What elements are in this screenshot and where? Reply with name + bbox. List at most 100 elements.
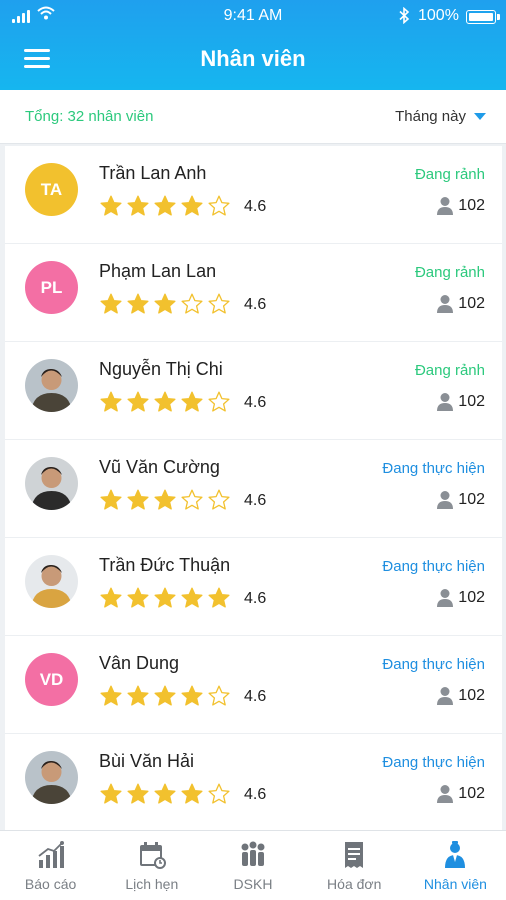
star-empty-icon: [207, 194, 231, 218]
star-empty-icon: [207, 782, 231, 806]
staff-icon: [440, 840, 470, 870]
status-badge: Đang rảnh: [414, 264, 485, 281]
rating-value: 4.6: [244, 492, 267, 509]
star-filled-icon: [180, 586, 204, 610]
star-empty-icon: [207, 292, 231, 316]
person-icon: [436, 784, 454, 804]
star-filled-icon: [126, 390, 150, 414]
star-rating: [99, 194, 231, 218]
star-empty-icon: [180, 292, 204, 316]
tab-label: Báo cáo: [24, 876, 77, 892]
avatar: [25, 359, 78, 412]
avatar: TA: [25, 163, 78, 216]
customers-icon: [238, 840, 268, 870]
star-filled-icon: [126, 586, 150, 610]
invoice-icon: [339, 840, 369, 870]
tab-invoice[interactable]: Hóa đơn: [304, 831, 405, 900]
employee-row[interactable]: VD Vân Dung 4.6 Đang thực hiện 102: [5, 636, 502, 734]
person-icon: [436, 490, 454, 510]
employee-row[interactable]: Nguyễn Thị Chi 4.6 Đang rảnh 102: [5, 342, 502, 440]
customer-count: 102: [436, 294, 485, 314]
employee-row[interactable]: TA Trần Lan Anh 4.6 Đang rảnh 102: [5, 146, 502, 244]
star-filled-icon: [99, 782, 123, 806]
status-badge: Đang rảnh: [414, 362, 485, 379]
star-empty-icon: [207, 390, 231, 414]
star-filled-icon: [126, 684, 150, 708]
employee-row[interactable]: PL Phạm Lan Lan 4.6 Đang rảnh 102: [5, 244, 502, 342]
battery-icon: [466, 10, 500, 24]
avatar: [25, 555, 78, 608]
customer-count-value: 102: [458, 785, 485, 802]
star-rating: [99, 684, 231, 708]
customer-count: 102: [436, 686, 485, 706]
tab-label: Lịch hẹn: [125, 876, 179, 892]
tab-label: DSKH: [233, 876, 273, 892]
bluetooth-icon: [399, 7, 410, 24]
customer-count-value: 102: [458, 589, 485, 606]
star-filled-icon: [153, 194, 177, 218]
person-icon: [436, 196, 454, 216]
chart-icon: [36, 840, 66, 870]
period-dropdown[interactable]: Tháng này: [395, 108, 486, 125]
star-filled-icon: [153, 292, 177, 316]
period-label: Tháng này: [395, 108, 466, 125]
avatar: [25, 457, 78, 510]
employee-row[interactable]: Vũ Văn Cường 4.6 Đang thực hiện 102: [5, 440, 502, 538]
star-filled-icon: [153, 684, 177, 708]
person-icon: [436, 294, 454, 314]
rating-value: 4.6: [244, 590, 267, 607]
status-badge: Đang thực hiện: [382, 656, 485, 673]
battery-percent: 100%: [418, 7, 459, 24]
status-badge: Đang thực hiện: [382, 460, 485, 477]
star-filled-icon: [180, 782, 204, 806]
status-bar: 9:41 AM 100%: [0, 0, 506, 32]
star-filled-icon: [180, 194, 204, 218]
tab-chart[interactable]: Báo cáo: [0, 831, 101, 900]
star-rating: [99, 292, 231, 316]
tab-customers[interactable]: DSKH: [202, 831, 303, 900]
star-filled-icon: [99, 684, 123, 708]
avatar: PL: [25, 261, 78, 314]
employee-row[interactable]: Trần Đức Thuận 4.6 Đang thực hiện 102: [5, 538, 502, 636]
customer-count: 102: [436, 588, 485, 608]
tab-calendar[interactable]: Lịch hẹn: [101, 831, 202, 900]
tab-staff[interactable]: Nhân viên: [405, 831, 506, 900]
star-filled-icon: [99, 586, 123, 610]
employee-name: Vân Dung: [99, 653, 180, 673]
rating-value: 4.6: [244, 394, 267, 411]
caret-down-icon: [474, 113, 486, 120]
person-icon: [436, 392, 454, 412]
customer-count: 102: [436, 784, 485, 804]
calendar-icon: [137, 840, 167, 870]
star-filled-icon: [99, 390, 123, 414]
customer-count-value: 102: [458, 491, 485, 508]
employee-name: Trần Lan Anh: [99, 163, 207, 183]
employee-row[interactable]: Bùi Văn Hải 4.6 Đang thực hiện 102: [5, 734, 502, 832]
star-filled-icon: [153, 488, 177, 512]
star-rating: [99, 586, 231, 610]
customer-count: 102: [436, 490, 485, 510]
tab-label: Nhân viên: [423, 876, 487, 892]
customer-count-value: 102: [458, 687, 485, 704]
star-empty-icon: [180, 488, 204, 512]
star-filled-icon: [153, 586, 177, 610]
employee-name: Phạm Lan Lan: [99, 261, 217, 281]
star-rating: [99, 782, 231, 806]
star-filled-icon: [126, 194, 150, 218]
avatar: [25, 751, 78, 804]
star-rating: [99, 488, 231, 512]
employee-list: TA Trần Lan Anh 4.6 Đang rảnh 102 PL Phạm Lan …: [5, 146, 502, 832]
bottom-tab-bar: Báo cáo Lịch hẹn DSKH Hóa đơn Nhân viên: [0, 830, 506, 900]
star-filled-icon: [153, 782, 177, 806]
rating-value: 4.6: [244, 688, 267, 705]
star-filled-icon: [126, 488, 150, 512]
employee-name: Trần Đức Thuận: [99, 555, 231, 575]
status-badge: Đang thực hiện: [382, 558, 485, 575]
star-rating: [99, 390, 231, 414]
star-filled-icon: [126, 782, 150, 806]
customer-count-value: 102: [458, 197, 485, 214]
star-filled-icon: [126, 292, 150, 316]
star-filled-icon: [99, 488, 123, 512]
star-filled-icon: [99, 292, 123, 316]
star-empty-icon: [207, 488, 231, 512]
